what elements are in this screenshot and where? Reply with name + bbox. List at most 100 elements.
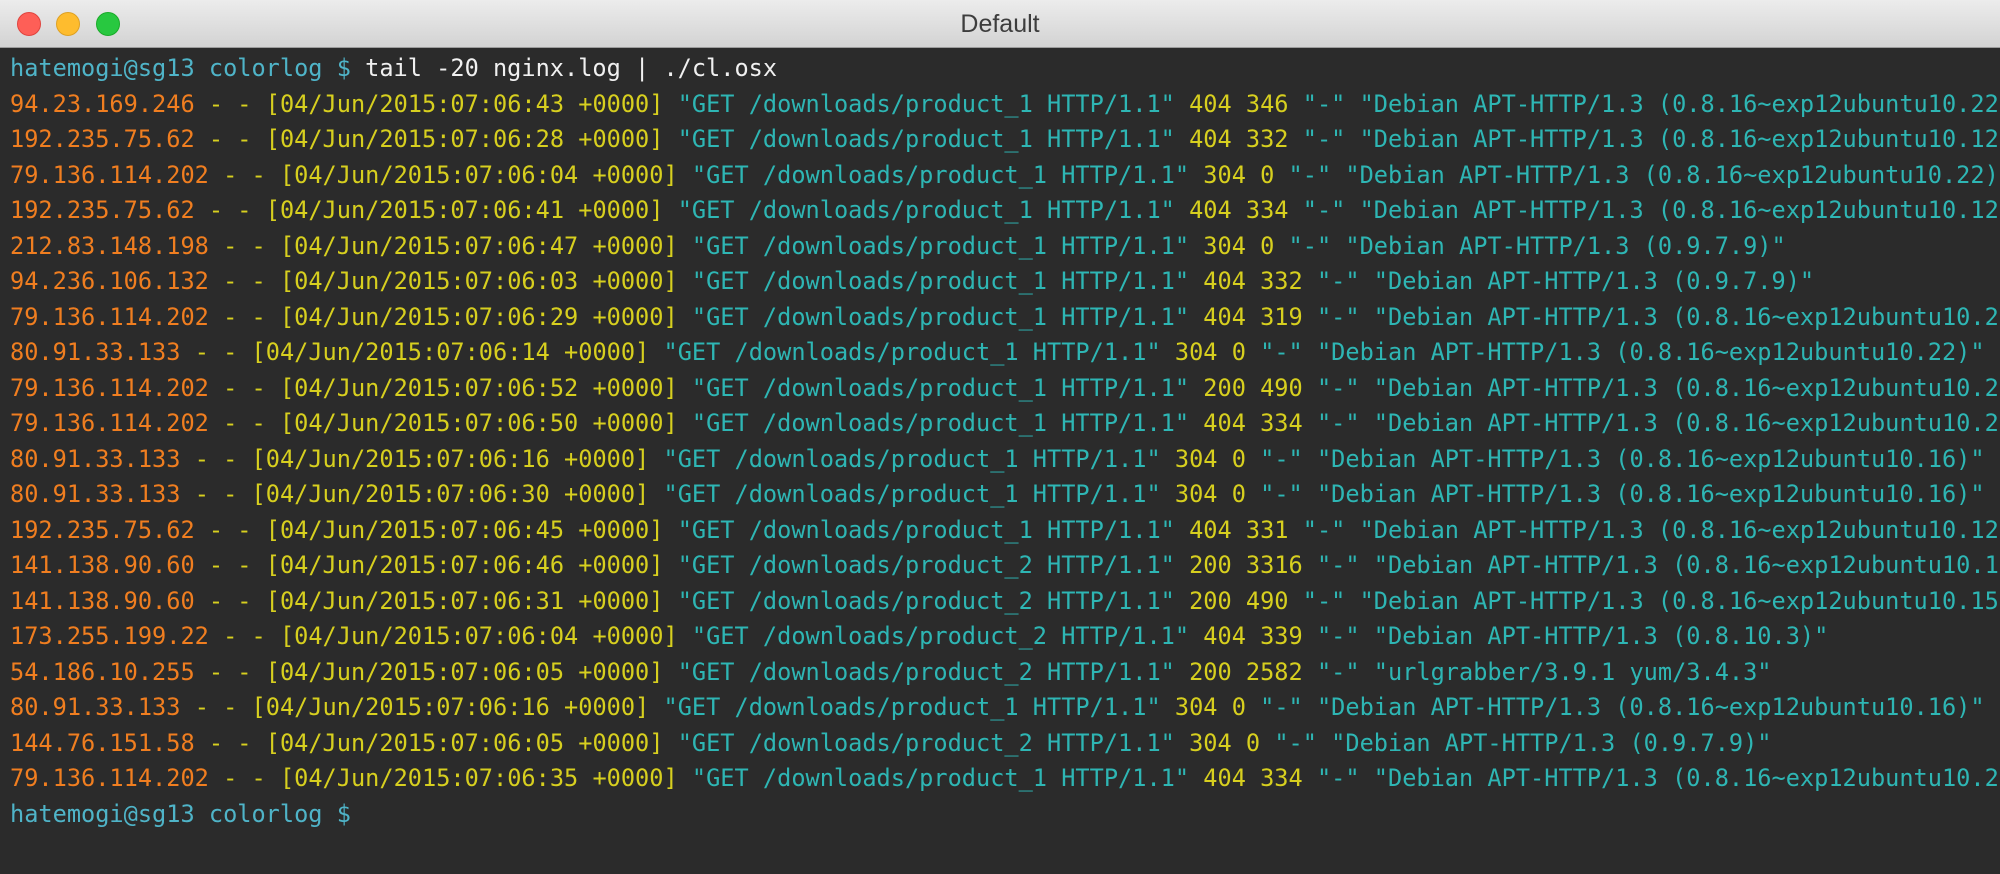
request: "GET /downloads/product_1 HTTP/1.1" [663, 338, 1161, 366]
ident-fields: - - [208, 196, 252, 224]
timestamp: [04/Jun/2015:07:06:05 +0000] [265, 728, 664, 757]
log-line: 94.236.106.132 - - [04/Jun/2015:07:06:03… [10, 264, 1998, 300]
client-ip: 79.136.114.202 [10, 302, 209, 331]
timestamp: [04/Jun/2015:07:06:41 +0000] [265, 196, 664, 224]
ident-fields: - - [194, 338, 238, 366]
referrer: "-" [1260, 480, 1303, 508]
status-bytes: 404 334 [1203, 764, 1303, 792]
referrer: "-" [1316, 764, 1360, 792]
ident-fields: - - [208, 551, 252, 579]
terminal-output[interactable]: hatemogi@sg13 colorlog $ tail -20 nginx.… [10, 51, 2000, 871]
log-line: 80.91.33.133 - - [04/Jun/2015:07:06:16 +… [10, 442, 1998, 478]
timestamp: [04/Jun/2015:07:06:50 +0000] [279, 409, 678, 437]
request: "GET /downloads/product_1 HTTP/1.1" [691, 764, 1190, 792]
log-line: 79.136.114.202 - - [04/Jun/2015:07:06:29… [10, 300, 2000, 336]
title-bar[interactable]: Default [0, 0, 2000, 48]
active-prompt-line[interactable]: hatemogi@sg13 colorlog $ [10, 797, 1998, 833]
status-bytes: 404 319 [1203, 302, 1303, 331]
client-ip: 173.255.199.22 [10, 622, 209, 650]
status-bytes: 404 331 [1189, 515, 1289, 544]
request: "GET /downloads/product_1 HTTP/1.1" [677, 89, 1175, 118]
client-ip: 80.91.33.133 [10, 338, 181, 366]
client-ip: 192.235.75.62 [10, 196, 195, 224]
log-line: 54.186.10.255 - - [04/Jun/2015:07:06:05 … [10, 655, 1998, 691]
shell-command: tail -20 nginx.log | ./cl.osx [365, 54, 778, 82]
referrer: "-" [1274, 728, 1317, 757]
user-agent: "Debian APT-HTTP/1.3 (0.9.7.9)" [1331, 728, 1772, 757]
referrer: "-" [1260, 444, 1303, 473]
log-line: 80.91.33.133 - - [04/Jun/2015:07:06:14 +… [10, 335, 1998, 371]
user-agent: "Debian APT-HTTP/1.3 (0.9.7.9)" [1373, 267, 1815, 295]
ident-fields: - - [208, 657, 252, 686]
referrer: "-" [1302, 196, 1346, 224]
ident-fields: - - [223, 267, 266, 295]
status-bytes: 404 346 [1189, 89, 1289, 118]
client-ip: 144.76.151.58 [10, 728, 195, 757]
ident-fields: - - [208, 89, 252, 118]
timestamp: [04/Jun/2015:07:06:04 +0000] [279, 622, 678, 650]
client-ip: 80.91.33.133 [10, 480, 181, 508]
user-agent: "Debian APT-HTTP/1.3 (0.8.16~exp12ubuntu… [1359, 196, 2000, 224]
request: "GET /downloads/product_1 HTTP/1.1" [691, 373, 1190, 402]
status-bytes: 304 0 [1189, 728, 1261, 757]
status-bytes: 200 490 [1203, 373, 1303, 402]
ident-fields: - - [194, 444, 238, 473]
log-line: 141.138.90.60 - - [04/Jun/2015:07:06:31 … [10, 584, 2000, 620]
referrer: "-" [1288, 231, 1332, 260]
referrer: "-" [1302, 515, 1346, 544]
ident-fields: - - [208, 125, 252, 153]
user-agent: "Debian APT-HTTP/1.3 (0.8.16~exp12ubuntu… [1316, 693, 1985, 721]
log-lines: 94.23.169.246 - - [04/Jun/2015:07:06:43 … [10, 87, 2000, 797]
user-agent: "Debian APT-HTTP/1.3 (0.8.16~exp12ubuntu… [1359, 515, 2000, 544]
timestamp: [04/Jun/2015:07:06:45 +0000] [265, 515, 664, 544]
referrer: "-" [1316, 373, 1360, 402]
client-ip: 192.235.75.62 [10, 125, 195, 153]
referrer: "-" [1288, 160, 1332, 189]
ident-fields: - - [223, 231, 266, 260]
ident-fields: - - [194, 480, 238, 508]
log-line: 192.235.75.62 - - [04/Jun/2015:07:06:45 … [10, 513, 2000, 549]
log-line: 79.136.114.202 - - [04/Jun/2015:07:06:04… [10, 158, 2000, 194]
referrer: "-" [1260, 693, 1303, 721]
status-bytes: 304 0 [1203, 231, 1275, 260]
timestamp: [04/Jun/2015:07:06:03 +0000] [279, 267, 678, 295]
log-line: 79.136.114.202 - - [04/Jun/2015:07:06:35… [10, 761, 2000, 797]
request: "GET /downloads/product_1 HTTP/1.1" [663, 444, 1161, 473]
timestamp: [04/Jun/2015:07:06:28 +0000] [265, 125, 664, 153]
user-agent: "Debian APT-HTTP/1.3 (0.8.16~exp12ubuntu… [1373, 373, 2000, 402]
timestamp: [04/Jun/2015:07:06:46 +0000] [265, 551, 664, 579]
request: "GET /downloads/product_1 HTTP/1.1" [677, 125, 1175, 153]
request: "GET /downloads/product_2 HTTP/1.1" [677, 551, 1175, 579]
referrer: "-" [1302, 125, 1346, 153]
referrer: "-" [1316, 622, 1360, 650]
status-bytes: 404 332 [1189, 125, 1289, 153]
ident-fields: - - [208, 515, 252, 544]
log-line: 80.91.33.133 - - [04/Jun/2015:07:06:16 +… [10, 690, 1998, 726]
request: "GET /downloads/product_1 HTTP/1.1" [663, 480, 1161, 508]
log-line: 192.235.75.62 - - [04/Jun/2015:07:06:41 … [10, 193, 2000, 229]
ident-fields: - - [223, 409, 266, 437]
user-agent: "Debian APT-HTTP/1.3 (0.8.16~exp12ubuntu… [1373, 551, 2000, 579]
status-bytes: 200 2582 [1189, 657, 1303, 686]
status-bytes: 200 490 [1189, 586, 1289, 615]
timestamp: [04/Jun/2015:07:06:14 +0000] [251, 338, 650, 366]
ident-fields: - - [208, 728, 252, 757]
status-bytes: 404 339 [1203, 622, 1303, 650]
request: "GET /downloads/product_1 HTTP/1.1" [677, 515, 1175, 544]
timestamp: [04/Jun/2015:07:06:43 +0000] [265, 89, 664, 118]
client-ip: 141.138.90.60 [10, 551, 195, 579]
ident-fields: - - [223, 160, 266, 189]
timestamp: [04/Jun/2015:07:06:05 +0000] [265, 657, 664, 686]
status-bytes: 304 0 [1174, 444, 1246, 473]
request: "GET /downloads/product_2 HTTP/1.1" [677, 586, 1175, 615]
user-agent: "Debian APT-HTTP/1.3 (0.8.16~exp12ubuntu… [1316, 480, 1985, 508]
log-line: 144.76.151.58 - - [04/Jun/2015:07:06:05 … [10, 726, 1998, 762]
referrer: "-" [1316, 657, 1360, 686]
request: "GET /downloads/product_1 HTTP/1.1" [691, 409, 1190, 437]
client-ip: 80.91.33.133 [10, 693, 181, 721]
ident-fields: - - [223, 764, 266, 792]
timestamp: [04/Jun/2015:07:06:16 +0000] [251, 693, 650, 721]
log-line: 80.91.33.133 - - [04/Jun/2015:07:06:30 +… [10, 477, 1998, 513]
timestamp: [04/Jun/2015:07:06:04 +0000] [279, 160, 678, 189]
request: "GET /downloads/product_1 HTTP/1.1" [691, 302, 1190, 331]
